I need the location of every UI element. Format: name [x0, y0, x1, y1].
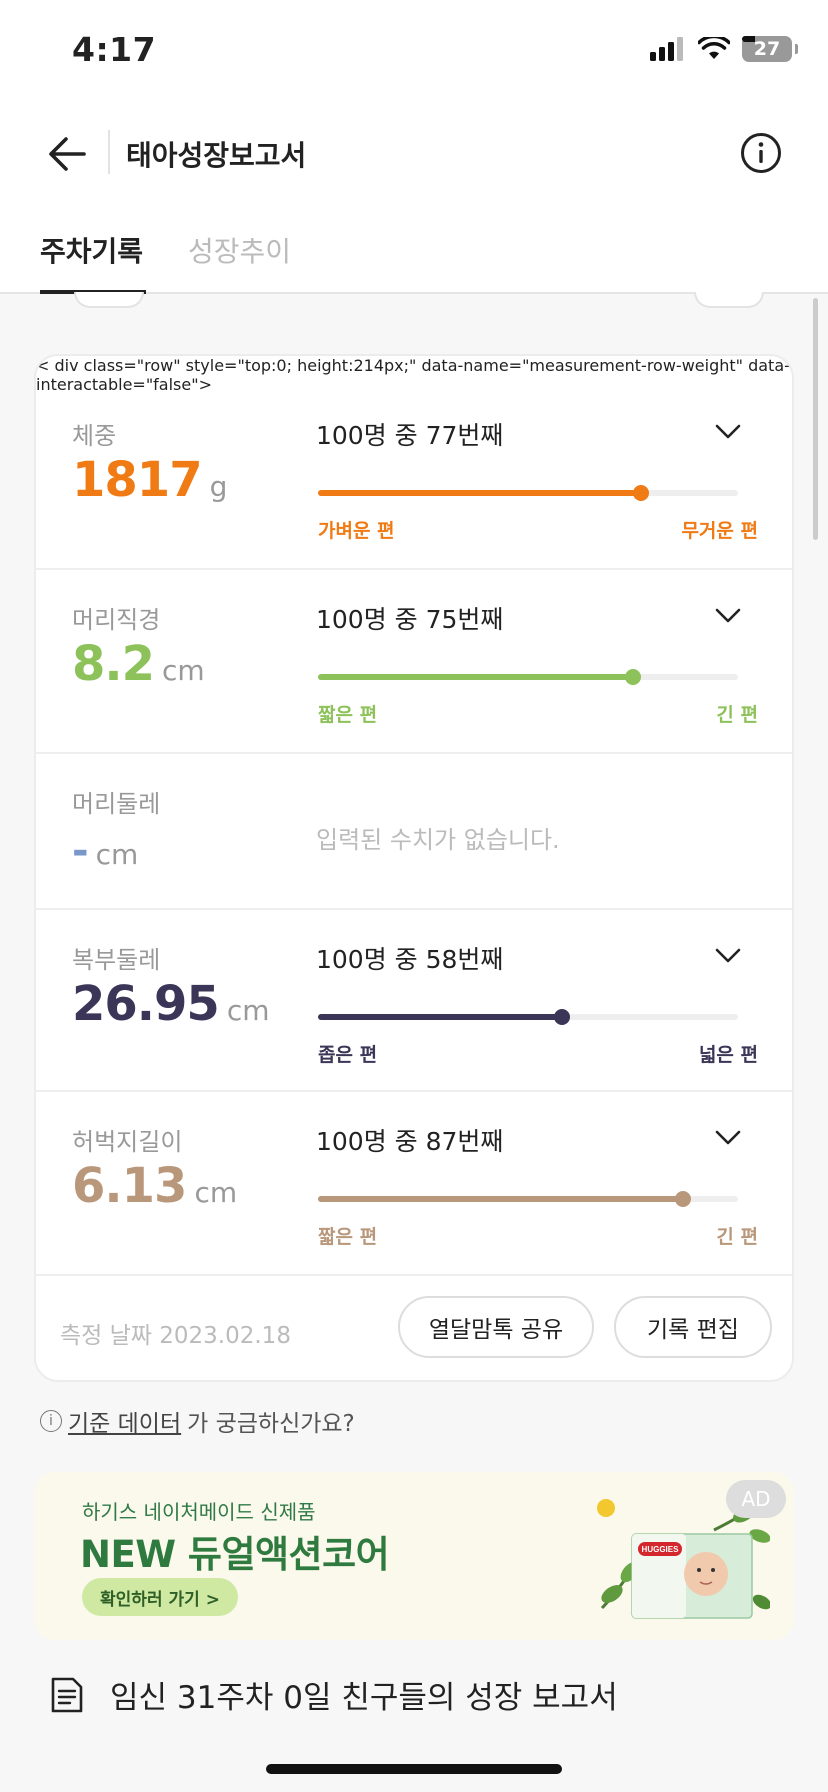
measurement-unit: cm — [95, 838, 139, 871]
measurement-card: < div class="row" style="top:0; height:2… — [34, 354, 794, 1382]
range-high-label: 긴 편 — [716, 1226, 758, 1248]
signal-icon — [650, 37, 683, 61]
measurement-row-weight: 체중 1817 g 100명 중 77번째 가벼운 편 무거운 편 — [36, 356, 792, 570]
battery-level: 27 — [753, 38, 781, 60]
measurement-row-abdominal-circumference: 복부둘레 26.95 cm 100명 중 58번째 좁은 편 넓은 편 — [36, 910, 792, 1092]
empty-value-message: 입력된 수치가 없습니다. — [316, 826, 560, 854]
measurement-label: 머리둘레 — [72, 790, 161, 818]
report-title: 임신 31주차 0일 친구들의 성장 보고서 — [110, 1680, 618, 1716]
tab-weekly-record[interactable]: 주차기록 — [40, 230, 143, 270]
percentile-marker — [675, 1191, 692, 1207]
reference-data-hint: i 기준 데이터 가 궁금하신가요? — [40, 1404, 355, 1438]
measurement-value: 1817 — [72, 452, 203, 508]
range-high-label: 넓은 편 — [698, 1044, 758, 1066]
measurement-unit: cm — [194, 1176, 238, 1209]
percentile-marker — [625, 669, 641, 685]
percentile-bar — [318, 669, 738, 685]
info-icon[interactable] — [740, 132, 782, 174]
measurement-value: - — [72, 828, 89, 874]
chevron-down-icon[interactable] — [712, 606, 744, 626]
measurement-value: 26.95 — [72, 976, 220, 1032]
measurement-label: 머리직경 — [72, 606, 161, 634]
reference-data-link[interactable]: 기준 데이터 — [68, 1404, 181, 1438]
range-low-label: 가벼운 편 — [318, 520, 395, 542]
measurement-unit: g — [209, 470, 228, 503]
ad-banner[interactable]: 하기스 네이처메이드 신제품 NEW 듀얼액션코어 확인하러 가기 > HUGG… — [34, 1472, 794, 1640]
status-bar: 4:17 27 — [0, 0, 828, 100]
home-indicator[interactable] — [266, 1764, 562, 1774]
range-high-label: 무거운 편 — [681, 520, 758, 542]
ad-brand-text: HUGGIES — [642, 1545, 680, 1554]
percentile-rank: 100명 중 87번째 — [316, 1127, 504, 1156]
ad-subtitle: 하기스 네이처메이드 신제품 — [82, 1500, 316, 1524]
range-low-label: 짧은 편 — [318, 1226, 378, 1248]
measurement-value-group: - cm — [72, 828, 138, 874]
share-button[interactable]: 열달맘톡 공유 — [398, 1296, 594, 1358]
range-low-label: 짧은 편 — [318, 704, 378, 726]
percentile-marker — [633, 485, 650, 501]
chevron-down-icon[interactable] — [712, 946, 744, 966]
percentile-rank: 100명 중 58번째 — [316, 945, 504, 974]
friends-report-link[interactable]: 임신 31주차 0일 친구들의 성장 보고서 — [50, 1672, 618, 1717]
wifi-icon — [698, 37, 730, 59]
percentile-rank: 100명 중 75번째 — [316, 605, 504, 634]
measurement-row-femur-length: 허벅지길이 6.13 cm 100명 중 87번째 짧은 편 긴 편 — [36, 1092, 792, 1276]
status-time: 4:17 — [72, 30, 157, 69]
chevron-down-icon[interactable] — [712, 422, 744, 442]
measurement-label: 복부둘레 — [72, 946, 161, 974]
percentile-bar — [318, 1191, 738, 1207]
ad-headline: NEW 듀얼액션코어 — [80, 1533, 390, 1576]
tab-bar: 주차기록 성장추이 — [0, 210, 828, 294]
info-small-icon: i — [40, 1410, 62, 1432]
back-arrow-icon[interactable] — [44, 130, 92, 178]
battery-icon: 27 — [742, 36, 798, 62]
pill-stub — [694, 292, 764, 308]
measurement-value: 6.13 — [72, 1158, 187, 1214]
measurement-unit: cm — [226, 994, 270, 1027]
percentile-marker — [553, 1009, 570, 1025]
measurement-value-group: 1817 g — [72, 452, 227, 508]
measurement-value: 8.2 — [72, 636, 155, 692]
chevron-down-icon[interactable] — [712, 1128, 744, 1148]
percentile-bar — [318, 485, 738, 501]
status-icons: 27 — [650, 36, 798, 62]
measurement-label: 허벅지길이 — [72, 1128, 183, 1156]
pill-stub — [74, 292, 144, 308]
measurement-label: 체중 — [72, 422, 117, 450]
percentile-rank: 100명 중 77번째 — [316, 421, 504, 450]
page-title: 태아성장보고서 — [126, 139, 307, 172]
measurement-row-head-diameter: 머리직경 8.2 cm 100명 중 75번째 짧은 편 긴 편 — [36, 570, 792, 754]
range-low-label: 좁은 편 — [318, 1044, 378, 1066]
measurement-row-head-circumference: 머리둘레 - cm 입력된 수치가 없습니다. — [36, 754, 792, 910]
ad-badge: AD — [726, 1480, 786, 1518]
measurement-value-group: 8.2 cm — [72, 636, 205, 692]
ad-cta-button[interactable]: 확인하러 가기 > — [82, 1578, 238, 1616]
measurement-value-group: 6.13 cm — [72, 1158, 237, 1214]
scrollbar[interactable] — [813, 298, 818, 540]
hint-text: 가 궁금하신가요? — [187, 1411, 355, 1437]
measurement-unit: cm — [162, 654, 205, 687]
percentile-fill — [318, 674, 633, 680]
edit-record-button[interactable]: 기록 편집 — [614, 1296, 772, 1358]
tab-growth-trend[interactable]: 성장추이 — [188, 230, 291, 270]
measurement-value-group: 26.95 cm — [72, 976, 270, 1032]
percentile-fill — [318, 490, 642, 496]
percentile-bar — [318, 1009, 738, 1025]
measurement-date: 측정 날짜 2023.02.18 — [60, 1323, 291, 1349]
percentile-fill — [318, 1196, 684, 1202]
range-high-label: 긴 편 — [716, 704, 758, 726]
app-bar: 태아성장보고서 — [0, 100, 828, 210]
document-icon — [51, 1677, 83, 1712]
percentile-fill — [318, 1014, 562, 1020]
header-divider — [108, 130, 110, 174]
